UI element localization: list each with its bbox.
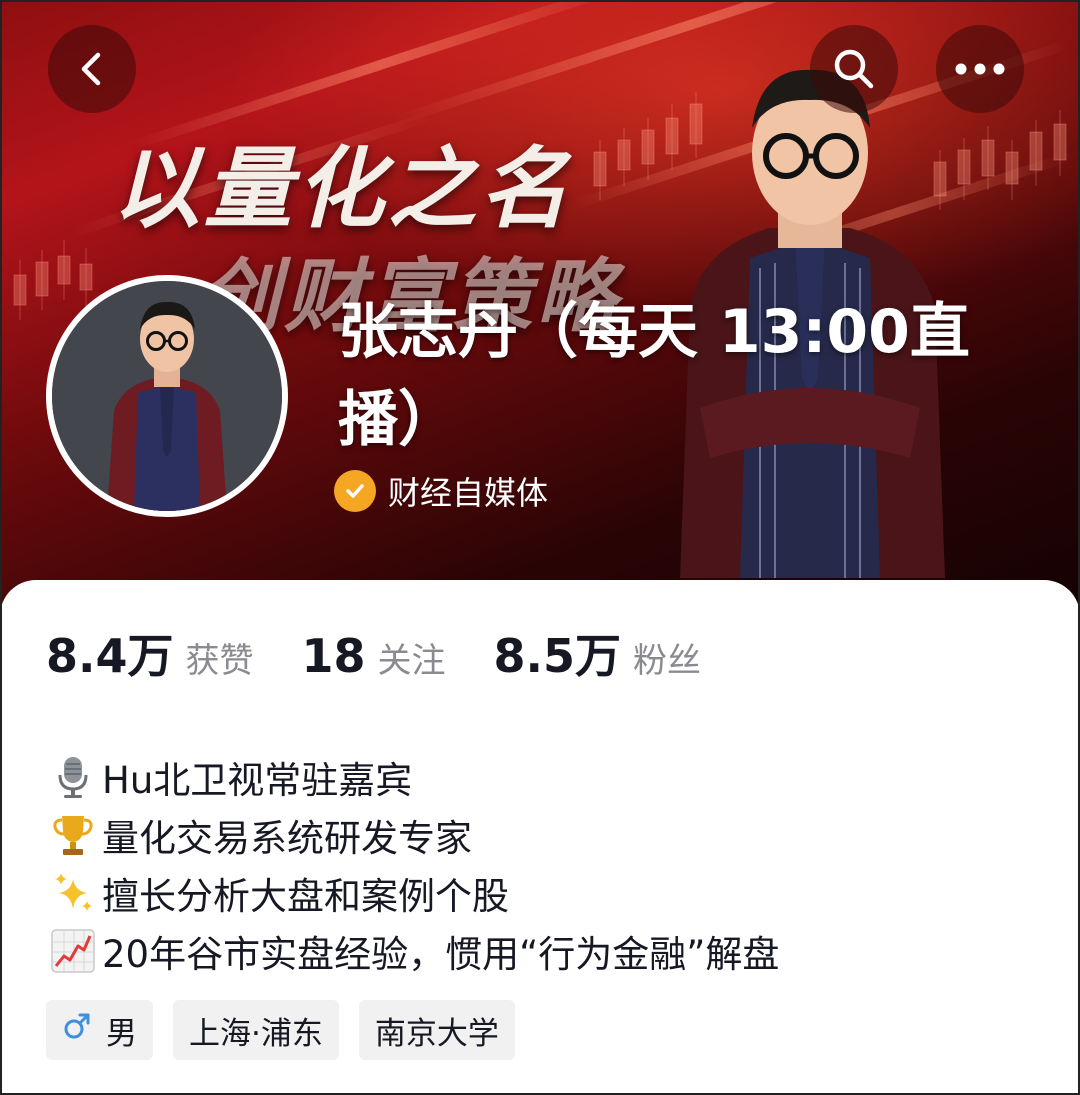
stat-value: 18 xyxy=(301,629,366,683)
profile-stats: 8.4万 获赞 18 关注 8.5万 粉丝 xyxy=(46,620,749,686)
profile-tags: 男 上海·浦东 南京大学 xyxy=(46,1000,535,1060)
tag-gender[interactable]: 男 xyxy=(46,1000,153,1060)
avatar[interactable] xyxy=(46,275,288,517)
stat-following[interactable]: 18 关注 xyxy=(302,629,446,683)
bio-text: Hu北卫视常驻嘉宾 xyxy=(102,759,413,802)
chevron-left-icon xyxy=(81,52,101,86)
tag-school[interactable]: 南京大学 xyxy=(358,1000,515,1060)
verification-label: 财经自媒体 xyxy=(388,474,549,512)
male-icon xyxy=(62,1011,92,1049)
avatar-image xyxy=(52,281,282,511)
bio-line: 量化交易系统研发专家 xyxy=(48,806,779,864)
microphone-icon xyxy=(48,752,98,802)
bio-text: 20年谷市实盘经验，惯用“行为金融”解盘 xyxy=(102,933,780,976)
stat-label: 粉丝 xyxy=(633,641,702,681)
bio-line: Hu北卫视常驻嘉宾 xyxy=(48,748,779,806)
tag-text: 男 xyxy=(106,1015,137,1052)
sparkles-icon xyxy=(48,868,98,918)
back-button[interactable] xyxy=(48,25,136,113)
profile-name: 张志丹（每天 13:00直播） xyxy=(338,297,970,455)
profile-info-card: 8.4万 获赞 18 关注 8.5万 粉丝 Hu北卫视常驻嘉宾 量化交易系统研发… xyxy=(0,580,1080,1095)
more-options-button[interactable] xyxy=(936,25,1024,113)
search-button[interactable] xyxy=(810,25,898,113)
bio-line: 20年谷市实盘经验，惯用“行为金融”解盘 xyxy=(48,922,779,980)
profile-banner: 以量化之名 创财富策略 张志丹（每天 13:00直播） 财经自媒体 xyxy=(0,0,1080,620)
stat-value: 8.4万 xyxy=(46,629,174,683)
search-icon xyxy=(834,49,874,89)
stat-label: 获赞 xyxy=(185,641,254,681)
verification-badge: 财经自媒体 xyxy=(334,468,548,514)
verified-check-icon xyxy=(334,470,376,512)
profile-bio: Hu北卫视常驻嘉宾 量化交易系统研发专家 擅长分析大盘和案例个股 20年谷市实盘… xyxy=(48,748,779,980)
bio-text: 擅长分析大盘和案例个股 xyxy=(102,875,509,918)
stat-likes[interactable]: 8.4万 获赞 xyxy=(46,620,254,686)
bio-line: 擅长分析大盘和案例个股 xyxy=(48,864,779,922)
stat-followers[interactable]: 8.5万 粉丝 xyxy=(494,620,702,686)
banner-headline: 以量化之名 xyxy=(112,137,573,240)
chart-increasing-icon xyxy=(48,926,98,976)
stat-value: 8.5万 xyxy=(493,629,622,683)
stat-label: 关注 xyxy=(377,641,446,681)
tag-location[interactable]: 上海·浦东 xyxy=(173,1000,339,1060)
more-dots-icon xyxy=(955,63,1005,75)
trophy-icon xyxy=(48,810,98,860)
bio-text: 量化交易系统研发专家 xyxy=(102,817,472,860)
tag-text: 上海·浦东 xyxy=(189,1015,323,1052)
tag-text: 南京大学 xyxy=(374,1015,499,1052)
